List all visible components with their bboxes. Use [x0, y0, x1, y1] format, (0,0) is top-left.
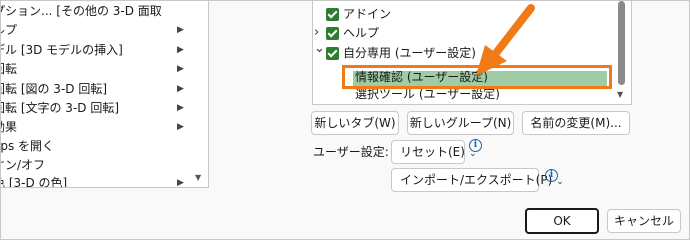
command-item-label: プション... [その他の 3-D 面取: [1, 4, 162, 18]
tree-item-addins[interactable]: アドイン: [326, 5, 606, 24]
new-tab-button[interactable]: 新しいタブ(W): [311, 111, 399, 135]
chevron-right-icon: ▶: [177, 178, 184, 188]
chevron-right-icon: ▶: [177, 103, 184, 113]
command-list-scrollbar[interactable]: ▼: [191, 1, 208, 187]
tree-item-label-selected: 情報確認 (ユーザー設定): [355, 70, 488, 84]
command-item[interactable]: 回転 ▶: [1, 60, 191, 79]
cancel-button[interactable]: キャンセル: [607, 209, 681, 233]
tree-item-help[interactable]: › ヘルプ: [314, 24, 594, 43]
chevron-right-icon: ▶: [177, 122, 184, 132]
command-item-label: デル [3D モデルの挿入]: [1, 43, 123, 57]
chevron-right-icon: ▶: [177, 64, 184, 74]
checkbox-checked-icon[interactable]: [326, 47, 339, 60]
command-item[interactable]: 回転 [文字の 3-D 回転] ▶: [1, 99, 191, 118]
command-item-label: 色 [3-D の色]: [1, 176, 68, 188]
ok-button[interactable]: OK: [525, 208, 599, 234]
scroll-down-icon[interactable]: ▼: [195, 173, 201, 182]
chevron-right-icon: ▶: [177, 84, 184, 94]
tree-item-label: 選択ツール (ユーザー設定): [355, 87, 500, 101]
command-item-label: 回転: [1, 62, 18, 76]
command-item-label: 回転 [文字の 3-D 回転]: [1, 101, 120, 115]
scroll-thumb[interactable]: [618, 1, 625, 85]
chevron-down-icon[interactable]: ⌄: [314, 39, 325, 58]
checkbox-checked-icon[interactable]: [326, 8, 339, 21]
chevron-right-icon: ▶: [177, 45, 184, 55]
command-item-label: オン/オフ: [1, 158, 46, 172]
tree-item-label: 自分専用 (ユーザー設定): [343, 46, 476, 60]
command-item[interactable]: 回転 [図の 3-D 回転] ▶: [1, 80, 191, 99]
import-export-label: インポート/エクスポート(P): [400, 173, 553, 187]
command-item[interactable]: オン/オフ: [1, 156, 191, 175]
tree-scrollbar[interactable]: ▼: [613, 1, 630, 104]
new-group-button[interactable]: 新しいグループ(N): [407, 111, 514, 135]
info-icon[interactable]: i: [545, 169, 558, 182]
reset-label: リセット(E): [400, 145, 465, 159]
rename-button[interactable]: 名前の変更(M)...: [522, 111, 630, 135]
reset-dropdown[interactable]: リセット(E) ⌄: [391, 140, 477, 164]
command-item-label: ルプ: [1, 23, 18, 37]
command-item-label: 回転 [図の 3-D 回転]: [1, 82, 108, 96]
command-item[interactable]: 効果 ▶: [1, 118, 191, 137]
tree-item-personal[interactable]: ⌄ 自分専用 (ユーザー設定): [314, 41, 594, 63]
checkbox-checked-icon[interactable]: [326, 27, 339, 40]
tree-item-label: アドイン: [343, 7, 392, 21]
dialog-frame: プション... [その他の 3-D 面取 ルプ ▶ デル [3D モデルの挿入]…: [0, 0, 690, 240]
annotation-arrow-icon: [476, 4, 535, 76]
info-icon[interactable]: i: [469, 139, 482, 152]
command-list[interactable]: プション... [その他の 3-D 面取 ルプ ▶ デル [3D モデルの挿入]…: [1, 1, 209, 188]
scroll-down-icon[interactable]: ▼: [617, 90, 623, 99]
command-item[interactable]: aps を開く: [1, 137, 191, 156]
command-item[interactable]: デル [3D モデルの挿入] ▶: [1, 41, 191, 60]
command-item[interactable]: プション... [その他の 3-D 面取: [1, 2, 191, 21]
command-item-label: aps を開く: [1, 139, 55, 153]
command-item[interactable]: 色 [3-D の色] ▶: [1, 174, 191, 188]
chevron-down-icon: ⌄: [556, 177, 564, 187]
command-item[interactable]: ルプ ▶: [1, 21, 191, 40]
chevron-right-icon: ▶: [177, 25, 184, 35]
customization-label: ユーザー設定:: [313, 145, 389, 159]
import-export-dropdown[interactable]: インポート/エクスポート(P) ⌄: [391, 168, 564, 192]
command-item-label: 効果: [1, 120, 18, 134]
tree-item-label: ヘルプ: [343, 26, 380, 40]
